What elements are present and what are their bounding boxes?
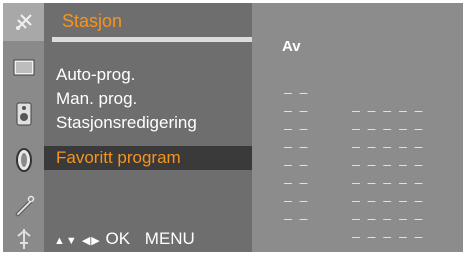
slot-name: – – – – –: [352, 212, 423, 227]
favorite-slot[interactable]: – – – – – – –: [252, 157, 463, 209]
menu-panel: Stasjon Auto-prog. Man. prog. Stasjonsre…: [44, 3, 252, 252]
satellite-icon[interactable]: [3, 3, 44, 41]
tools-icon[interactable]: [3, 187, 44, 225]
clock-icon[interactable]: [3, 141, 44, 179]
favorite-slot[interactable]: – – – – – – –: [252, 85, 463, 137]
slot-name: – – – – –: [352, 230, 423, 245]
favorite-slot[interactable]: – – – – – – –: [252, 67, 463, 119]
input-icon[interactable]: [3, 225, 44, 252]
screen-icon[interactable]: [3, 49, 44, 87]
menu-title: Stasjon: [62, 11, 123, 31]
favorite-slot[interactable]: – – – – – – –: [252, 193, 463, 245]
favorites-status[interactable]: Av: [282, 38, 301, 55]
arrow-keys-icon: ▲▼ ◀▶: [54, 235, 101, 247]
menu-item-label: Man. prog.: [56, 89, 138, 108]
favorite-slot[interactable]: – – – – – – –: [252, 103, 463, 155]
menu-category-strip: [3, 3, 44, 252]
menu-item-auto-prog[interactable]: Auto-prog.: [44, 63, 252, 87]
menu-item-man-prog[interactable]: Man. prog.: [44, 87, 252, 111]
favorite-slot[interactable]: – – – – – – –: [252, 139, 463, 191]
ok-hint: OK: [105, 229, 131, 248]
favorite-slot[interactable]: – – – – – – –: [252, 175, 463, 227]
menu-item-station-editing[interactable]: Stasjonsredigering: [44, 111, 252, 135]
favorite-slot[interactable]: – – – – – – –: [252, 121, 463, 173]
menu-item-label: Stasjonsredigering: [56, 113, 197, 132]
menu-item-label: Favoritt program: [56, 148, 181, 167]
menu-item-favorite-program[interactable]: Favoritt program: [44, 146, 252, 170]
menu-hint: MENU: [144, 229, 195, 248]
slot-number: – –: [284, 212, 308, 227]
tv-osd-screen: Stasjon Auto-prog. Man. prog. Stasjonsre…: [0, 0, 466, 255]
sound-icon[interactable]: [3, 95, 44, 133]
favorites-panel: Av – – – – – – – – – – – – – – – – – – –…: [252, 3, 463, 252]
navigation-hint: ▲▼ ◀▶ OK MENU: [54, 229, 195, 249]
title-divider: [52, 37, 252, 42]
menu-item-label: Auto-prog.: [56, 65, 136, 84]
